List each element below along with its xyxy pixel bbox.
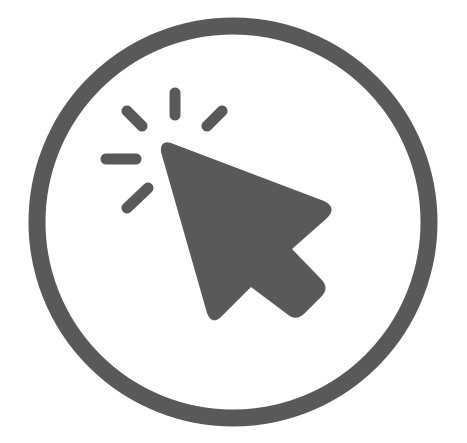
arrow-cursor-icon [160,142,332,321]
icon-canvas [0,0,467,443]
click-ray-top-right [201,105,228,132]
click-ray-top-left [121,105,148,132]
click-cursor-icon-graphic [28,17,438,427]
click-ray-bottom-left [121,182,154,214]
click-cursor-icon [0,0,467,443]
